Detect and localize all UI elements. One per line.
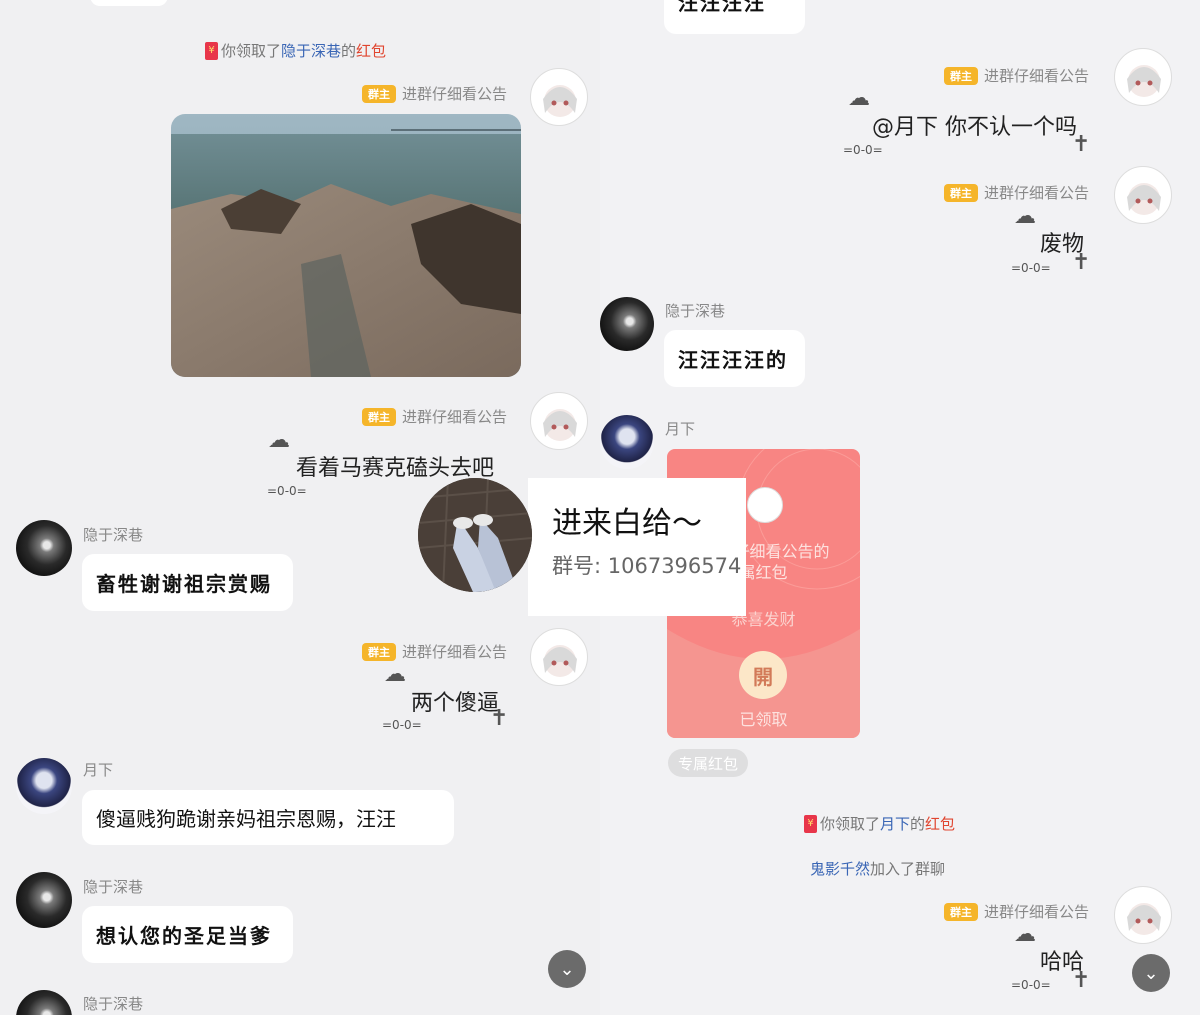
owner-badge: 群主 xyxy=(362,407,396,426)
promo-title: 进来白给～ xyxy=(552,506,702,541)
chevron-down-icon: ⌄ xyxy=(559,958,575,980)
avatar[interactable] xyxy=(600,415,654,469)
scroll-down-button[interactable]: ⌄ xyxy=(548,950,586,988)
claim-from-link[interactable]: 隐于深巷 xyxy=(281,40,341,61)
avatar[interactable] xyxy=(530,68,588,126)
avatar[interactable] xyxy=(1114,166,1172,224)
message-bubble[interactable]: 傻逼贱狗跪谢亲妈祖宗恩赐，汪汪 xyxy=(82,790,454,845)
cloud-doodle-icon: ☁ xyxy=(848,86,870,111)
owner-badge: 群主 xyxy=(944,66,978,85)
cloud-doodle-icon: ☁ xyxy=(384,662,406,687)
message-bubble[interactable]: 汪汪汪汪的 xyxy=(664,330,805,387)
message-bubble[interactable]: 畜牲谢谢祖宗赏赐 xyxy=(82,554,293,611)
owner-badge: 群主 xyxy=(362,84,396,103)
sender-name: 群主 进群仔细看公告 xyxy=(362,641,507,662)
message-bubble[interactable]: 想认您的圣足当爹 xyxy=(82,906,293,963)
message-bubble[interactable]: 两个傻逼 xyxy=(411,687,499,716)
sender-name: 隐于深巷 xyxy=(83,526,144,544)
claim-from-link[interactable]: 月下 xyxy=(880,813,910,834)
cloud-doodle-icon: ☁ xyxy=(1014,922,1036,947)
avatar[interactable] xyxy=(600,297,654,351)
cross-doodle-icon: ✝ xyxy=(1072,968,1091,993)
message-bubble[interactable]: 汪汪汪汪 xyxy=(664,0,805,34)
cross-doodle-icon: ✝ xyxy=(1072,132,1091,157)
cross-doodle-icon: ✝ xyxy=(1072,250,1091,275)
promo-group-number: 群号: 1067396574 xyxy=(552,554,742,578)
red-packet-icon: ¥ xyxy=(804,814,817,833)
avatar[interactable] xyxy=(1114,48,1172,106)
avatar[interactable] xyxy=(16,990,72,1015)
scroll-down-button[interactable]: ⌄ xyxy=(1132,954,1170,992)
sender-name: 月下 xyxy=(665,420,696,438)
owner-badge: 群主 xyxy=(362,642,396,661)
sender-name: 隐于深巷 xyxy=(83,878,144,896)
message-bubble[interactable]: @月下 你不认一个吗 xyxy=(872,111,1077,140)
system-message-redpacket-claim: ¥ 你领取了 隐于深巷的红包 xyxy=(205,40,386,61)
sender-name: 隐于深巷 xyxy=(83,995,144,1013)
chevron-down-icon: ⌄ xyxy=(1143,962,1159,984)
doodle-mark: =0-0= xyxy=(382,718,422,732)
group-promo-card[interactable]: 进来白给～ 群号: 1067396574 xyxy=(418,478,746,616)
cloud-doodle-icon: ☁ xyxy=(268,428,290,453)
sender-name: 群主 进群仔细看公告 xyxy=(944,901,1089,922)
message-bubble[interactable]: 看着马赛克磕头去吧 xyxy=(296,452,494,481)
doodle-mark: =0-0= xyxy=(1011,978,1051,992)
red-packet-icon: ¥ xyxy=(205,41,218,60)
red-packet-open-button[interactable]: 開 xyxy=(739,651,787,699)
doodle-mark: =0-0= xyxy=(843,143,883,157)
joined-user-link[interactable]: 鬼影千然 xyxy=(810,858,870,879)
system-message-redpacket-claim: ¥ 你领取了 月下的红包 xyxy=(804,813,955,834)
sender-name: 群主 进群仔细看公告 xyxy=(362,83,507,104)
cross-doodle-icon: ✝ xyxy=(490,706,509,731)
partial-bubble-top xyxy=(90,0,168,6)
avatar[interactable] xyxy=(530,628,588,686)
chat-photo[interactable] xyxy=(171,114,521,377)
sender-name: 群主 进群仔细看公告 xyxy=(362,406,507,427)
avatar[interactable] xyxy=(16,758,72,814)
avatar[interactable] xyxy=(16,520,72,576)
red-packet-tag: 专属红包 xyxy=(668,749,749,777)
doodle-mark: =0-0= xyxy=(267,484,307,498)
doodle-mark: =0-0= xyxy=(1011,261,1051,275)
red-packet-status: 已领取 xyxy=(739,710,788,729)
promo-avatar xyxy=(418,478,532,592)
owner-badge: 群主 xyxy=(944,902,978,921)
avatar[interactable] xyxy=(530,392,588,450)
cloud-doodle-icon: ☁ xyxy=(1014,204,1036,229)
sender-name: 群主 进群仔细看公告 xyxy=(944,182,1089,203)
system-message-join: 鬼影千然 加入了群聊 xyxy=(810,858,946,879)
avatar[interactable] xyxy=(16,872,72,928)
red-packet-avatar xyxy=(747,487,783,523)
sender-name: 隐于深巷 xyxy=(665,302,726,320)
owner-badge: 群主 xyxy=(944,183,978,202)
sender-name: 群主 进群仔细看公告 xyxy=(944,65,1089,86)
avatar[interactable] xyxy=(1114,886,1172,944)
sender-name: 月下 xyxy=(83,761,114,779)
